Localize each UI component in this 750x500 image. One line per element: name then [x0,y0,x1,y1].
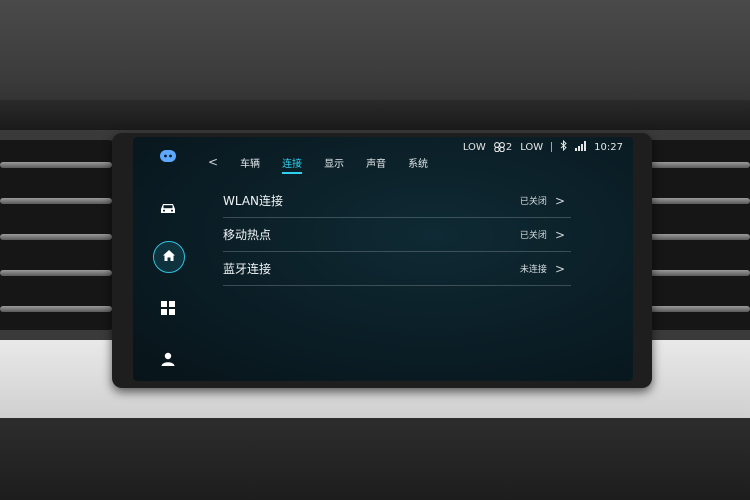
chevron-right-icon: > [554,261,565,276]
fan-left-level[interactable]: LOW [463,142,486,153]
tab-sound[interactable]: 声音 [366,155,386,170]
connection-settings-list: WLAN连接 已关闭 > 移动热点 已关闭 > 蓝牙连接 未连接 > [223,184,571,286]
bluetooth-setting-row[interactable]: 蓝牙连接 未连接 > [223,252,571,286]
settings-tabs: < 车辆 连接 显示 声音 系统 [208,153,428,174]
dashboard-trim-dark [0,418,750,500]
status-divider [551,142,553,152]
voice-assistant-icon[interactable] [155,147,181,165]
signal-icon [575,140,587,154]
clock: 10:27 [594,141,623,153]
setting-value: 已关闭 [519,197,547,207]
home-button[interactable] [153,241,185,273]
home-icon [162,248,176,266]
back-chevron-icon[interactable]: < [208,155,218,169]
hotspot-setting-row[interactable]: 移动热点 已关闭 > [223,218,571,252]
infotainment-screen: LOW 2 LOW 10:27 < 车辆 连接 显示 声音 系统 WLAN连接 … [133,137,633,381]
setting-label: 移动热点 [223,228,272,242]
status-bar: LOW 2 LOW 10:27 [463,139,623,154]
sidebar [133,137,203,381]
tab-display[interactable]: 显示 [324,155,344,170]
tab-vehicle[interactable]: 车辆 [240,155,260,170]
tab-system[interactable]: 系统 [408,155,428,170]
dashboard-lip [0,100,750,130]
fan-right-level[interactable]: LOW [520,142,543,153]
setting-label: WLAN连接 [223,194,284,208]
air-vent-left [0,140,118,330]
setting-value: 已关闭 [519,231,547,241]
setting-value: 未连接 [519,265,547,275]
tab-connection[interactable]: 连接 [282,155,303,174]
setting-label: 蓝牙连接 [223,262,272,276]
car-icon[interactable] [155,195,181,221]
fan-icon [493,142,505,152]
user-icon[interactable] [155,346,181,372]
chevron-right-icon: > [554,193,565,208]
fan-level: 2 [505,141,513,153]
chevron-right-icon: > [554,227,565,242]
apps-grid-icon[interactable] [155,295,181,321]
bluetooth-icon [560,139,567,154]
wlan-setting-row[interactable]: WLAN连接 已关闭 > [223,184,571,218]
air-vent-right [640,140,750,330]
